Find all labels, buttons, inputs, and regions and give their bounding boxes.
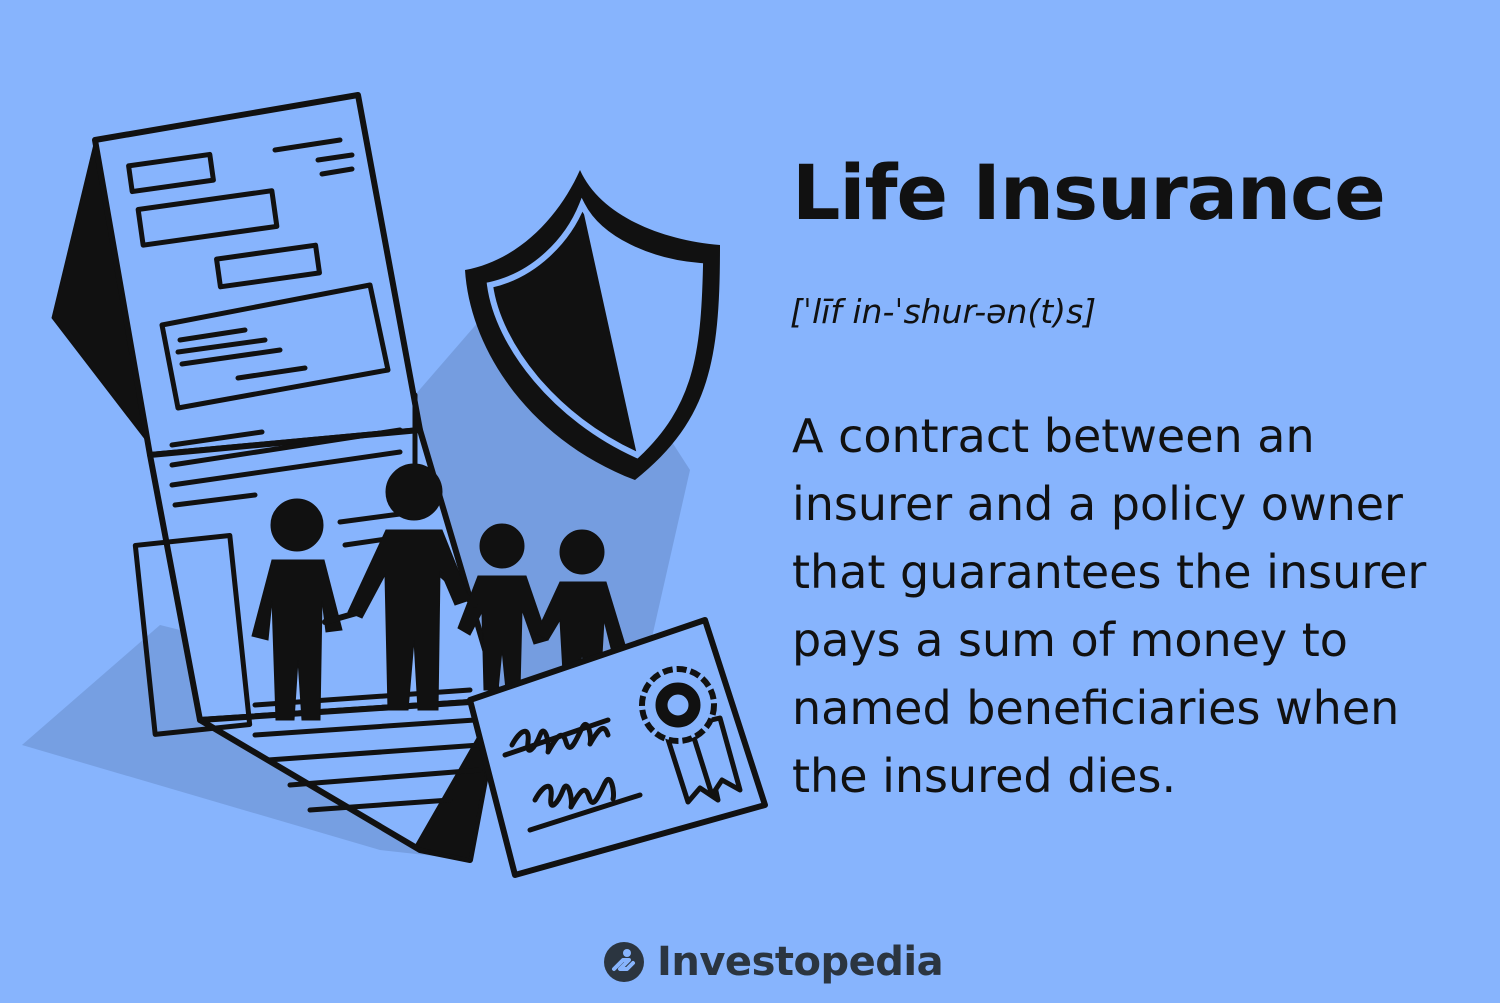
definition-text: A contract between an insurer and a poli… xyxy=(792,409,1427,803)
life-insurance-illustration xyxy=(22,92,768,878)
brand-name: Investopedia xyxy=(657,939,944,985)
term-title: Life Insurance xyxy=(792,148,1386,237)
brand-logo[interactable]: Investopedia xyxy=(603,935,944,989)
investopedia-logo-icon xyxy=(604,942,644,982)
pronunciation: [ˈlīf in-ˈshur-ən(t)s] xyxy=(790,292,1097,331)
